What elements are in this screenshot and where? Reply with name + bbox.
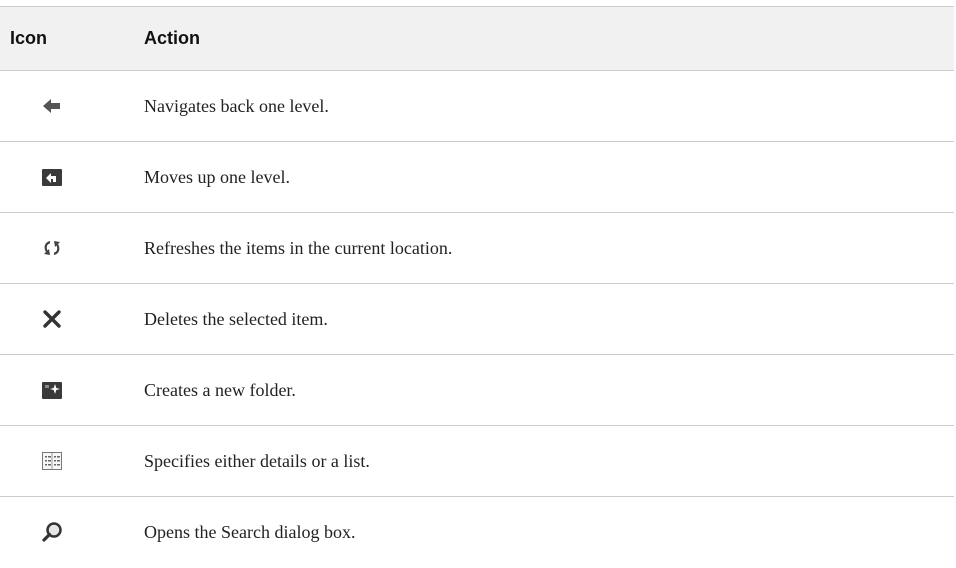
refresh-icon [40,236,64,260]
new-folder-icon [40,378,64,402]
table-row: Specifies either details or a list. [0,425,954,497]
action-description: Navigates back one level. [144,95,329,116]
icon-action-table: Icon Action Navigates back one level. Mo… [0,6,954,568]
action-description: Refreshes the items in the current locat… [144,237,453,258]
action-description: Specifies either details or a list. [144,450,370,471]
table-row: Creates a new folder. [0,354,954,426]
action-description: Creates a new folder. [144,379,296,400]
action-column-header: Action [144,28,200,48]
icon-column-header: Icon [10,28,48,48]
delete-x-icon [40,307,64,331]
action-description: Opens the Search dialog box. [144,521,356,542]
back-arrow-icon [40,94,64,118]
details-list-icon [40,449,64,473]
search-magnifier-icon [40,520,64,544]
table-row: Refreshes the items in the current locat… [0,212,954,284]
table-row: Deletes the selected item. [0,283,954,355]
up-folder-icon [40,165,64,189]
action-description: Moves up one level. [144,166,290,187]
table-row: Moves up one level. [0,141,954,213]
action-description: Deletes the selected item. [144,308,328,329]
table-row: Opens the Search dialog box. [0,496,954,568]
table-header-row: Icon Action [0,6,954,71]
table-row: Navigates back one level. [0,70,954,142]
